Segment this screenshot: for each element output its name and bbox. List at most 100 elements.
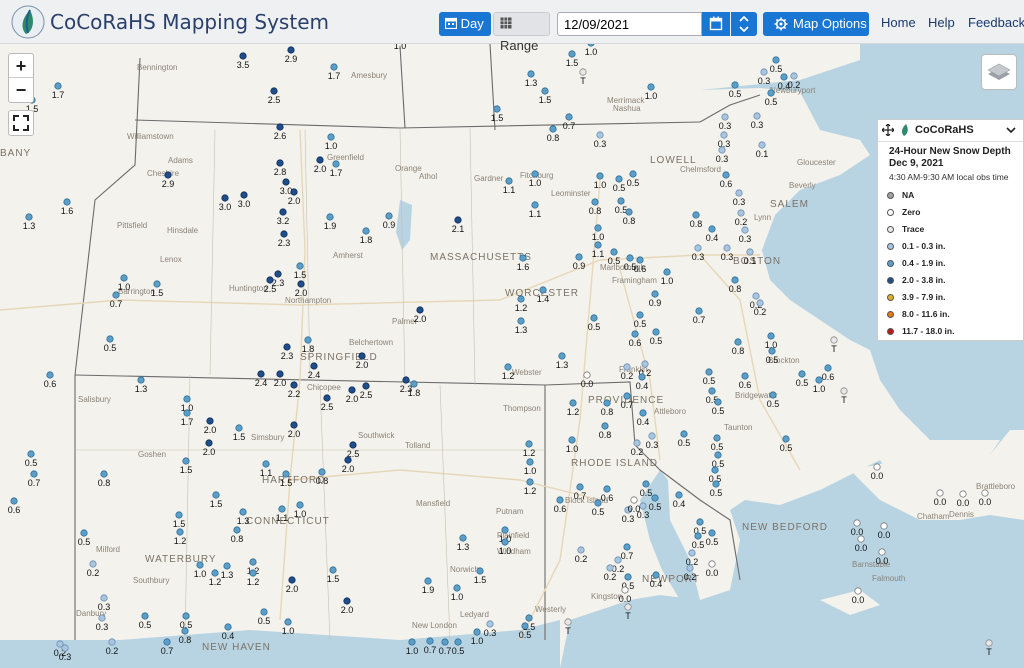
station-marker[interactable]: 2.8 (274, 159, 287, 177)
station-marker[interactable]: 1.2 (209, 569, 222, 587)
station-marker[interactable]: 2.0 (288, 421, 301, 439)
station-dot[interactable] (830, 336, 838, 344)
station-dot[interactable] (623, 392, 631, 400)
station-dot[interactable] (441, 638, 449, 646)
nav-feedback-link[interactable]: Feedback (968, 15, 1024, 30)
station-marker[interactable]: 0.7 (621, 543, 634, 561)
station-dot[interactable] (182, 612, 190, 620)
station-marker[interactable]: 2.0 (274, 370, 287, 388)
day-button[interactable]: Day (439, 12, 491, 36)
station-dot[interactable] (652, 571, 660, 579)
station-dot[interactable] (713, 434, 721, 442)
station-dot[interactable] (642, 480, 650, 488)
station-marker[interactable]: 0.2 (575, 546, 588, 564)
station-marker[interactable]: 0.5 (104, 335, 117, 353)
station-marker[interactable]: 0.8 (547, 125, 560, 143)
station-dot[interactable] (734, 338, 742, 346)
station-marker[interactable]: 1.0 (661, 268, 674, 286)
station-marker[interactable]: 1.1 (529, 201, 542, 219)
station-dot[interactable] (526, 478, 534, 486)
station-dot[interactable] (758, 141, 766, 149)
station-marker[interactable]: T (830, 336, 838, 354)
station-marker[interactable]: 1.8 (302, 336, 315, 354)
station-marker[interactable]: 1.5 (327, 566, 340, 584)
station-dot[interactable] (501, 526, 509, 534)
station-marker[interactable]: 1.9 (422, 577, 435, 595)
station-dot[interactable] (316, 156, 324, 164)
station-dot[interactable] (746, 248, 754, 256)
station-dot[interactable] (594, 499, 602, 507)
station-dot[interactable] (587, 44, 595, 47)
nav-home-link[interactable]: Home (881, 15, 916, 30)
station-marker[interactable]: 0.3 (719, 113, 732, 131)
station-dot[interactable] (752, 292, 760, 300)
station-dot[interactable] (326, 213, 334, 221)
station-marker[interactable]: 2.5 (347, 441, 360, 459)
station-dot[interactable] (549, 125, 557, 133)
station-dot[interactable] (714, 451, 722, 459)
station-marker[interactable]: 3.2 (277, 208, 290, 226)
station-dot[interactable] (266, 276, 274, 284)
station-marker[interactable]: 0.5 (588, 314, 601, 332)
station-marker[interactable]: 0.9 (573, 253, 586, 271)
station-marker[interactable]: 0.4 (637, 409, 650, 427)
station-marker[interactable]: 0.5 (766, 347, 779, 365)
station-dot[interactable] (249, 558, 257, 566)
station-dot[interactable] (840, 387, 848, 395)
station-marker[interactable]: 0.5 (650, 328, 663, 346)
station-dot[interactable] (416, 306, 424, 314)
station-dot[interactable] (212, 491, 220, 499)
station-dot[interactable] (798, 370, 806, 378)
station-marker[interactable]: 1.0 (524, 458, 537, 476)
station-marker[interactable]: 1.0 (594, 172, 607, 190)
station-marker[interactable]: 0.5 (770, 56, 783, 74)
station-marker[interactable]: 2.0 (286, 576, 299, 594)
station-dot[interactable] (183, 395, 191, 403)
station-dot[interactable] (323, 394, 331, 402)
layers-button[interactable] (981, 54, 1017, 90)
station-marker[interactable]: 0.4 (706, 225, 719, 243)
station-dot[interactable] (652, 328, 660, 336)
station-marker[interactable]: 2.0 (346, 386, 359, 404)
station-dot[interactable] (10, 497, 18, 505)
station-dot[interactable] (714, 398, 722, 406)
station-dot[interactable] (454, 638, 462, 646)
station-marker[interactable]: 0.5 (634, 311, 647, 329)
station-dot[interactable] (493, 105, 501, 113)
station-marker[interactable]: 1.3 (515, 317, 528, 335)
station-dot[interactable] (767, 89, 775, 97)
station-dot[interactable] (705, 368, 713, 376)
station-dot[interactable] (318, 468, 326, 476)
station-dot[interactable] (290, 188, 298, 196)
station-dot[interactable] (276, 370, 284, 378)
station-dot[interactable] (274, 270, 282, 278)
station-dot[interactable] (631, 330, 639, 338)
station-dot[interactable] (260, 608, 268, 616)
station-dot[interactable] (424, 577, 432, 585)
station-dot[interactable] (98, 614, 106, 622)
station-dot[interactable] (824, 364, 832, 372)
station-dot[interactable] (358, 352, 366, 360)
station-dot[interactable] (675, 491, 683, 499)
station-dot[interactable] (606, 564, 614, 572)
station-marker[interactable]: 0.2 (735, 209, 748, 227)
station-dot[interactable] (504, 363, 512, 371)
station-dot[interactable] (527, 70, 535, 78)
station-marker[interactable]: 1.1 (276, 505, 289, 523)
station-marker[interactable]: 1.2 (502, 363, 515, 381)
station-marker[interactable]: 3.5 (237, 52, 250, 70)
nav-help-link[interactable]: Help (928, 15, 955, 30)
station-marker[interactable]: 0.7 (693, 307, 706, 325)
station-dot[interactable] (426, 637, 434, 645)
station-marker[interactable]: T (840, 387, 848, 405)
station-marker[interactable]: 1.1 (592, 241, 605, 259)
station-dot[interactable] (224, 623, 232, 631)
station-marker[interactable]: T (579, 68, 587, 86)
station-marker[interactable]: 0.3 (692, 244, 705, 262)
station-dot[interactable] (410, 380, 418, 388)
station-marker[interactable]: 0.5 (703, 368, 716, 386)
station-marker[interactable]: 0.5 (258, 608, 271, 626)
chevron-down-icon[interactable] (1004, 123, 1018, 137)
station-marker[interactable]: 0.8 (729, 276, 742, 294)
station-marker[interactable]: 1.2 (567, 399, 580, 417)
